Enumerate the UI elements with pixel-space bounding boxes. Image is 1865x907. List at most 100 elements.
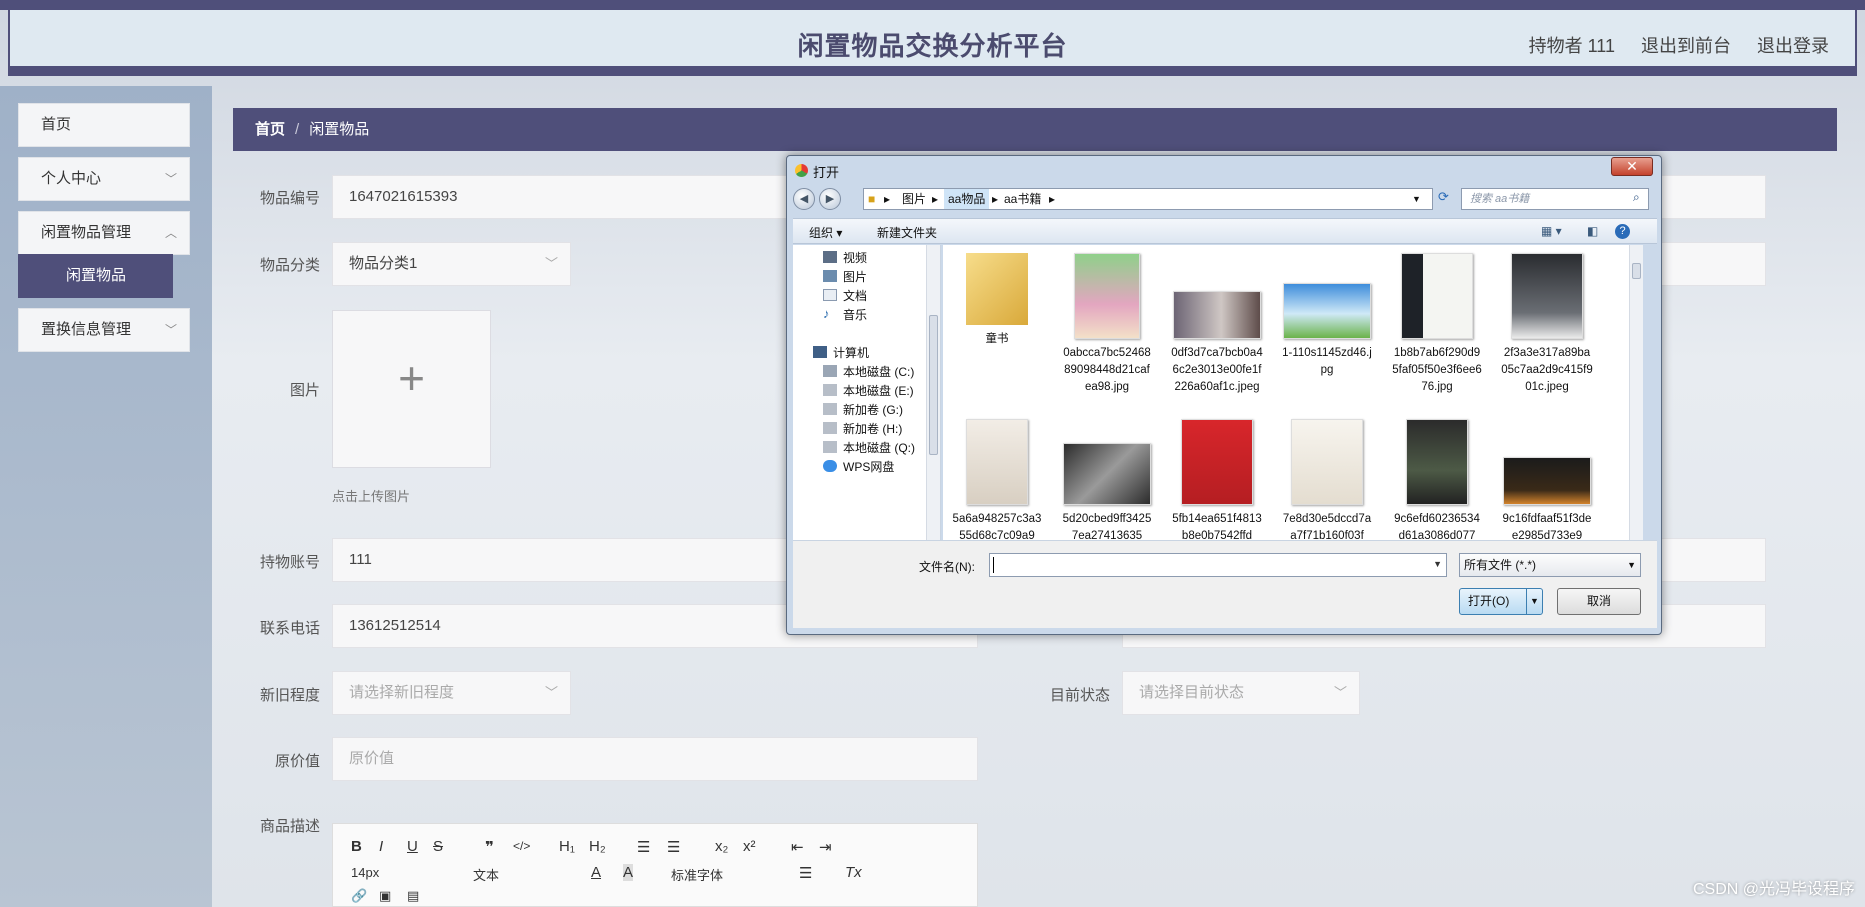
nav-item-drive-c[interactable]: 本地磁盘 (C:) xyxy=(823,361,914,381)
nav-item-drive-g[interactable]: 新加卷 (G:) xyxy=(823,399,903,419)
file-item[interactable]: 9c16fdfaaf51f3dee2985d733e9 xyxy=(1501,419,1593,540)
strike-button[interactable]: S xyxy=(433,838,443,855)
bg-color-button[interactable]: A xyxy=(623,864,634,881)
clear-format-button[interactable]: Tx xyxy=(845,864,862,881)
video-icon[interactable]: ▤ xyxy=(407,888,419,904)
file-name: 1b8b7ab6f290d95faf05f50e3f6ee676.jpg xyxy=(1392,347,1482,393)
superscript-button[interactable]: x² xyxy=(743,838,756,855)
quote-button[interactable]: ❞ xyxy=(485,838,494,856)
sidebar-item-idle-goods-management[interactable]: 闲置物品管理 ︿ xyxy=(18,211,190,255)
scroll-thumb[interactable] xyxy=(929,315,938,455)
help-icon[interactable]: ? xyxy=(1615,224,1630,239)
nav-item-music[interactable]: ♪ 音乐 xyxy=(823,304,867,324)
file-item[interactable]: 5fb14ea651f4813b8e0b7542ffd xyxy=(1171,419,1263,540)
file-item[interactable]: 0df3d7ca7bcb0a46c2e3013e00fe1f226a60af1c… xyxy=(1171,253,1263,396)
chevron-right-icon: ▸ xyxy=(932,192,939,206)
search-input[interactable]: 搜索 aa书籍 xyxy=(1461,188,1649,210)
nav-item-drive-q[interactable]: 本地磁盘 (Q:) xyxy=(823,437,915,457)
address-bar[interactable]: ■ ▸ 图片 ▸ aa物品 ▸ aa书籍 ▸ ▼ xyxy=(863,188,1433,210)
nav-scrollbar[interactable] xyxy=(926,245,940,540)
underline-button[interactable]: U xyxy=(407,838,418,855)
sidebar: 首页 个人中心 ﹀ 闲置物品管理 ︿ 闲置物品 置换信息管理 ﹀ xyxy=(0,86,212,907)
back-button[interactable]: ◀ xyxy=(793,188,815,210)
bullet-list-button[interactable]: ☰ xyxy=(667,838,680,856)
phone-label: 联系电话 xyxy=(259,620,320,637)
h1-button[interactable]: H₁ xyxy=(559,838,575,855)
font-size-select[interactable]: 14px xyxy=(351,865,379,880)
refresh-icon[interactable]: ⟳ xyxy=(1438,189,1449,205)
ordered-list-button[interactable]: ☰ xyxy=(637,838,650,856)
align-button[interactable]: ☰ xyxy=(799,864,812,882)
scroll-thumb[interactable] xyxy=(1632,263,1641,279)
sidebar-item-idle-goods[interactable]: 闲置物品 xyxy=(18,254,173,298)
close-button[interactable]: ✕ xyxy=(1611,157,1653,176)
sidebar-item-home[interactable]: 首页 xyxy=(18,103,190,147)
path-segment[interactable]: 图片 xyxy=(902,189,926,209)
file-item[interactable]: 0abcca7bc5246889098448d21cafea98.jpg xyxy=(1061,253,1153,396)
indent-button[interactable]: ⇥ xyxy=(819,838,832,856)
file-item[interactable]: 2f3a3e317a89ba05c7aa2d9c415f901c.jpeg xyxy=(1501,253,1593,396)
outdent-button[interactable]: ⇤ xyxy=(791,838,804,856)
breadcrumb-home[interactable]: 首页 xyxy=(255,121,285,138)
view-options-icon[interactable]: ▦ ▾ xyxy=(1541,224,1562,238)
path-segment[interactable]: aa物品 xyxy=(944,189,990,209)
nav-item-documents[interactable]: 文档 xyxy=(823,285,867,305)
path-segment[interactable]: aa书籍 xyxy=(1004,189,1041,209)
new-folder-button[interactable]: 新建文件夹 xyxy=(877,224,937,241)
file-item-folder[interactable]: 童书 xyxy=(951,253,1043,348)
status-select[interactable]: 请选择目前状态 ﹀ xyxy=(1122,671,1360,715)
search-icon[interactable]: ⌕ xyxy=(1633,190,1640,205)
nav-item-pictures[interactable]: 图片 xyxy=(823,266,867,286)
h2-button[interactable]: H₂ xyxy=(589,838,606,855)
file-name: 5d20cbed9ff34257ea27413635 xyxy=(1062,513,1152,540)
nav-item-videos[interactable]: 视频 xyxy=(823,247,867,267)
sidebar-item-exchange-management[interactable]: 置换信息管理 ﹀ xyxy=(18,308,190,352)
price-label: 原价值 xyxy=(274,753,320,770)
dropdown-arrow-icon[interactable]: ▼ xyxy=(1412,189,1421,209)
filename-input[interactable]: ▼ xyxy=(989,553,1447,577)
filetype-select[interactable]: 所有文件 (*.*) ▼ xyxy=(1459,553,1641,577)
organize-menu[interactable]: 组织 ▾ xyxy=(809,224,842,241)
file-list-scrollbar[interactable] xyxy=(1629,245,1643,540)
rich-text-editor[interactable]: B I U S ❞ </> H₁ H₂ ☰ ☰ x₂ x² ⇤ ⇥ 14px 文… xyxy=(332,823,978,907)
code-button[interactable]: </> xyxy=(513,839,530,853)
watermark: CSDN @光冯毕设程序 xyxy=(1692,881,1855,898)
image-thumbnail xyxy=(1401,253,1473,339)
file-item[interactable]: 5d20cbed9ff34257ea27413635 xyxy=(1061,419,1153,540)
logout-link[interactable]: 退出登录 xyxy=(1757,32,1829,58)
cancel-button[interactable]: 取消 xyxy=(1557,588,1641,615)
nav-item-drive-h[interactable]: 新加卷 (H:) xyxy=(823,418,902,438)
image-icon[interactable]: ▣ xyxy=(379,888,391,904)
nav-label: 图片 xyxy=(843,269,868,284)
image-upload-box[interactable]: + xyxy=(332,310,491,468)
dropdown-arrow-icon[interactable]: ▼ xyxy=(1526,589,1542,614)
bold-button[interactable]: B xyxy=(351,838,362,855)
nav-item-computer[interactable]: 计算机 xyxy=(813,342,869,362)
back-to-front-link[interactable]: 退出到前台 xyxy=(1641,32,1731,58)
category-select[interactable]: 物品分类1 ﹀ xyxy=(332,242,571,286)
file-item[interactable]: 1-110s1145zd46.jpg xyxy=(1281,253,1373,379)
forward-button[interactable]: ▶ xyxy=(819,188,841,210)
font-family-select[interactable]: 标准字体 xyxy=(671,865,723,884)
nav-item-drive-e[interactable]: 本地磁盘 (E:) xyxy=(823,380,914,400)
nav-item-wps-drive[interactable]: WPS网盘 xyxy=(823,456,894,476)
chevron-down-icon: ﹀ xyxy=(1333,685,1347,700)
preview-pane-icon[interactable]: ◧ xyxy=(1587,224,1598,238)
link-icon[interactable]: 🔗 xyxy=(351,888,367,904)
nav-label: 视频 xyxy=(843,250,868,265)
file-item[interactable]: 9c6efd60236534d61a3086d077 xyxy=(1391,419,1483,540)
open-button[interactable]: 打开(O) ▼ xyxy=(1459,588,1543,615)
sidebar-item-personal-center[interactable]: 个人中心 ﹀ xyxy=(18,157,190,201)
font-color-button[interactable]: A xyxy=(591,864,601,881)
price-field[interactable]: 原价值 xyxy=(332,737,978,781)
dropdown-arrow-icon[interactable]: ▼ xyxy=(1433,559,1442,569)
header-select[interactable]: 文本 xyxy=(473,865,499,884)
italic-button[interactable]: I xyxy=(379,838,383,855)
file-item[interactable]: 7e8d30e5dccd7aa7f71b160f03f xyxy=(1281,419,1373,540)
image-thumbnail xyxy=(1406,419,1468,505)
file-item[interactable]: 5a6a948257c3a355d68c7c09a9 xyxy=(951,419,1043,540)
file-item[interactable]: 1b8b7ab6f290d95faf05f50e3f6ee676.jpg xyxy=(1391,253,1483,396)
condition-select[interactable]: 请选择新旧程度 ﹀ xyxy=(332,671,571,715)
subscript-button[interactable]: x₂ xyxy=(715,838,728,855)
chevron-right-icon: ▸ xyxy=(884,192,891,206)
